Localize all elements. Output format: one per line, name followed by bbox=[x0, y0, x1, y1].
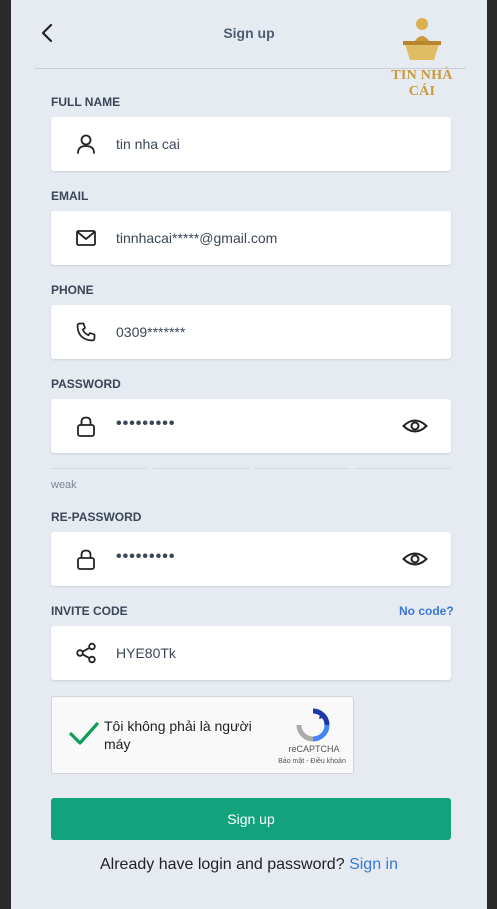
lock-icon bbox=[77, 416, 95, 437]
re-password-value: ••••••••• bbox=[116, 548, 176, 565]
strength-bar-segment-4 bbox=[355, 468, 451, 469]
strength-bar-segment-3 bbox=[254, 468, 350, 469]
sign-in-prompt-text: Already have login and password? bbox=[100, 856, 345, 873]
password-label: PASSWORD bbox=[51, 377, 121, 391]
email-field[interactable]: tinnhacai*****@gmail.com bbox=[51, 211, 451, 265]
re-password-label: RE-PASSWORD bbox=[51, 510, 142, 524]
logo-figure-icon bbox=[403, 18, 441, 60]
show-password-eye-icon[interactable] bbox=[402, 415, 428, 437]
full-name-field[interactable]: tin nha cai bbox=[51, 117, 451, 171]
email-label: EMAIL bbox=[51, 189, 89, 203]
phone-label: PHONE bbox=[51, 283, 94, 297]
password-field[interactable]: ••••••••• bbox=[51, 399, 451, 453]
recaptcha-privacy-terms-link[interactable]: Bảo mật - Điều khoản bbox=[257, 758, 367, 765]
strength-bar-segment-1 bbox=[51, 468, 147, 469]
user-icon bbox=[77, 134, 95, 154]
password-value: ••••••••• bbox=[116, 415, 176, 432]
recaptcha-brand: reCAPTCHA bbox=[288, 744, 340, 754]
site-logo: TIN NHÀ CÁI bbox=[379, 14, 465, 99]
email-value: tinnhacai*****@gmail.com bbox=[116, 230, 278, 246]
checkmark-icon[interactable] bbox=[68, 721, 100, 747]
share-icon bbox=[76, 642, 96, 664]
recaptcha-widget: Tôi không phải là người máy reCAPTCHA Bả… bbox=[51, 696, 354, 774]
strength-bar-segment-2 bbox=[153, 468, 249, 469]
sign-in-link[interactable]: Sign in bbox=[349, 856, 398, 873]
mail-icon bbox=[76, 230, 96, 246]
lock-icon bbox=[77, 549, 95, 570]
sign-up-button[interactable]: Sign up bbox=[51, 798, 451, 840]
password-strength-text: weak bbox=[51, 479, 77, 491]
header-divider bbox=[35, 68, 466, 69]
phone-icon bbox=[76, 322, 96, 342]
re-password-field[interactable]: ••••••••• bbox=[51, 532, 451, 586]
invite-code-field[interactable]: HYE80Tk bbox=[51, 626, 451, 680]
no-code-link[interactable]: No code? bbox=[399, 604, 454, 618]
sign-in-prompt: Already have login and password? Sign in bbox=[11, 856, 487, 874]
logo-text: TIN NHÀ CÁI bbox=[391, 68, 453, 99]
full-name-label: FULL NAME bbox=[51, 95, 121, 109]
header: Sign up TIN NHÀ CÁI bbox=[11, 0, 487, 99]
invite-code-value: HYE80Tk bbox=[116, 645, 176, 661]
invite-code-label: INVITE CODE bbox=[51, 604, 128, 618]
show-re-password-eye-icon[interactable] bbox=[402, 548, 428, 570]
phone-value: 0309******* bbox=[116, 324, 186, 340]
phone-field[interactable]: 0309******* bbox=[51, 305, 451, 359]
recaptcha-logo-icon bbox=[296, 708, 330, 742]
full-name-value: tin nha cai bbox=[116, 136, 180, 152]
signup-screen: Sign up TIN NHÀ CÁI FULL NAME tin nha ca… bbox=[11, 0, 487, 909]
recaptcha-text: Tôi không phải là người máy bbox=[104, 718, 252, 752]
